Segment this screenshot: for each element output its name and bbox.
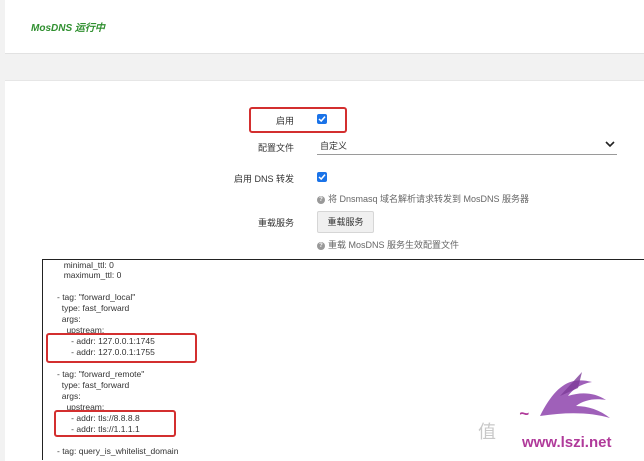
reload-help: ? 重载 MosDNS 服务生效配置文件 [317,238,459,251]
watermark-brand: ~ [519,404,529,423]
dns-forward-label: 启用 DNS 转发 [233,174,294,184]
dns-forward-help-text: 将 Dnsmasq 域名解析请求转发到 MosDNS 服务器 [328,194,530,204]
config-file-label: 配置文件 [257,143,294,153]
config-file-value: 自定义 [320,141,348,151]
code-line: args: [57,314,81,324]
reload-help-text: 重载 MosDNS 服务生效配置文件 [328,240,460,250]
help-icon: ? [317,242,325,250]
help-icon: ? [317,196,325,204]
code-line: type: fast_forward [57,303,130,313]
code-line: args: [57,391,81,401]
code-line: - tag: "forward_local" [57,292,136,302]
code-line: minimal_ttl: 0 [59,260,114,270]
code-line: maximum_ttl: 0 [59,270,122,280]
watermark-site: www.lszi.net [522,434,612,451]
highlight-box-local-upstream [46,333,197,363]
code-line: type: fast_forward [57,380,130,390]
chevron-down-icon [605,141,615,148]
code-line: - tag: "forward_remote" [57,369,145,379]
status-panel: MosDNS 运行中 [5,0,644,54]
watermark-logo [540,372,610,418]
watermark-char: 值 [478,422,496,442]
check-icon [318,174,326,181]
highlight-box-enable [249,107,347,133]
reload-service-button[interactable]: 重载服务 [317,211,374,233]
reload-label: 重载服务 [257,218,294,228]
dns-forward-checkbox[interactable] [317,172,327,182]
code-line: - tag: query_is_whitelist_domain [57,446,179,456]
config-file-select[interactable]: 自定义 [317,137,617,155]
highlight-box-remote-upstream [54,410,176,437]
dns-forward-help: ? 将 Dnsmasq 域名解析请求转发到 MosDNS 服务器 [317,192,529,205]
service-status: MosDNS 运行中 [31,23,105,34]
